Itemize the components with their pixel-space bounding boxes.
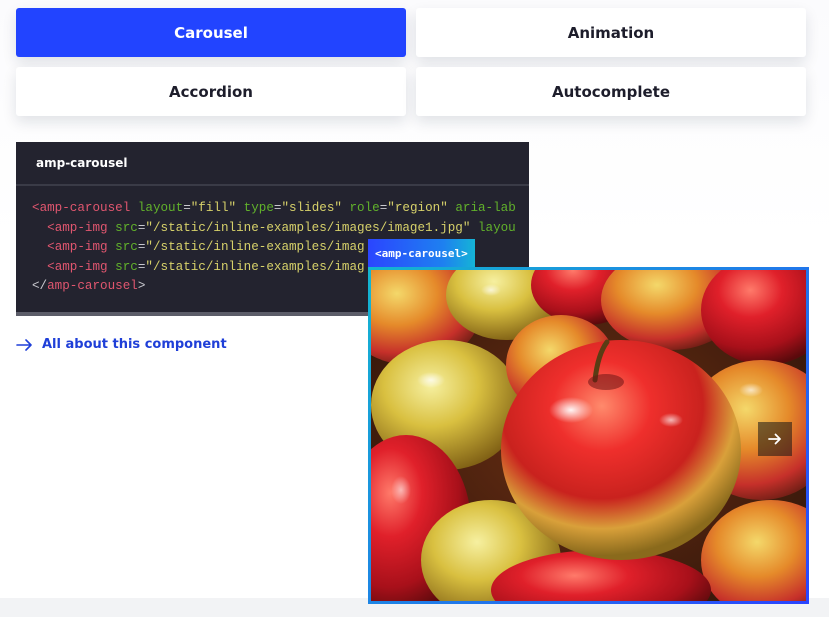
code-panel-title: amp-carousel	[16, 142, 529, 186]
tab-accordion[interactable]: Accordion	[16, 67, 406, 116]
tab-autocomplete[interactable]: Autocomplete	[416, 67, 806, 116]
code-token: type	[243, 201, 274, 215]
carousel-next-button[interactable]	[758, 422, 792, 456]
code-token: <	[32, 201, 40, 215]
carousel-preview[interactable]	[368, 267, 809, 604]
code-token: src	[115, 259, 138, 274]
code-token: src	[115, 220, 138, 235]
arrow-right-icon	[768, 430, 782, 449]
component-docs-link-label: All about this component	[42, 337, 227, 352]
code-token: amp-carousel	[39, 201, 131, 215]
component-docs-link[interactable]: All about this component	[16, 337, 227, 352]
code-token: amp-img	[54, 220, 108, 235]
tab-animation[interactable]: Animation	[416, 8, 806, 57]
code-line: <amp-carousel layout="fill" type="slides…	[32, 199, 529, 219]
code-token: <	[32, 240, 55, 254]
code-token: layout	[137, 201, 184, 215]
code-line: <amp-img src="/static/inline-examples/im…	[32, 219, 529, 239]
preview-component-badge: <amp-carousel>	[368, 239, 475, 267]
code-token: role	[349, 201, 380, 215]
code-token: </	[32, 279, 48, 293]
code-token: "/static/inline-examples/imag	[145, 240, 365, 254]
code-token: "slides"	[281, 201, 342, 215]
carousel-slide-image	[371, 270, 806, 601]
code-token: amp-img	[54, 240, 108, 254]
code-token: "fill"	[190, 201, 237, 215]
code-token: aria-lab	[455, 201, 516, 215]
code-token: <	[32, 259, 55, 274]
tab-carousel[interactable]: Carousel	[16, 8, 406, 57]
arrow-right-icon	[16, 338, 33, 351]
code-token: <	[32, 220, 55, 235]
code-token: layou	[477, 220, 516, 235]
code-token: amp-carousel	[47, 279, 138, 293]
code-token: src	[115, 240, 138, 254]
code-token: amp-img	[54, 259, 108, 274]
code-token: >	[137, 279, 146, 293]
code-token: =	[183, 201, 191, 215]
code-token: "/static/inline-examples/imag	[145, 259, 365, 274]
code-token: "region"	[387, 201, 448, 215]
code-token: "/static/inline-examples/images/image1.j…	[145, 220, 471, 235]
